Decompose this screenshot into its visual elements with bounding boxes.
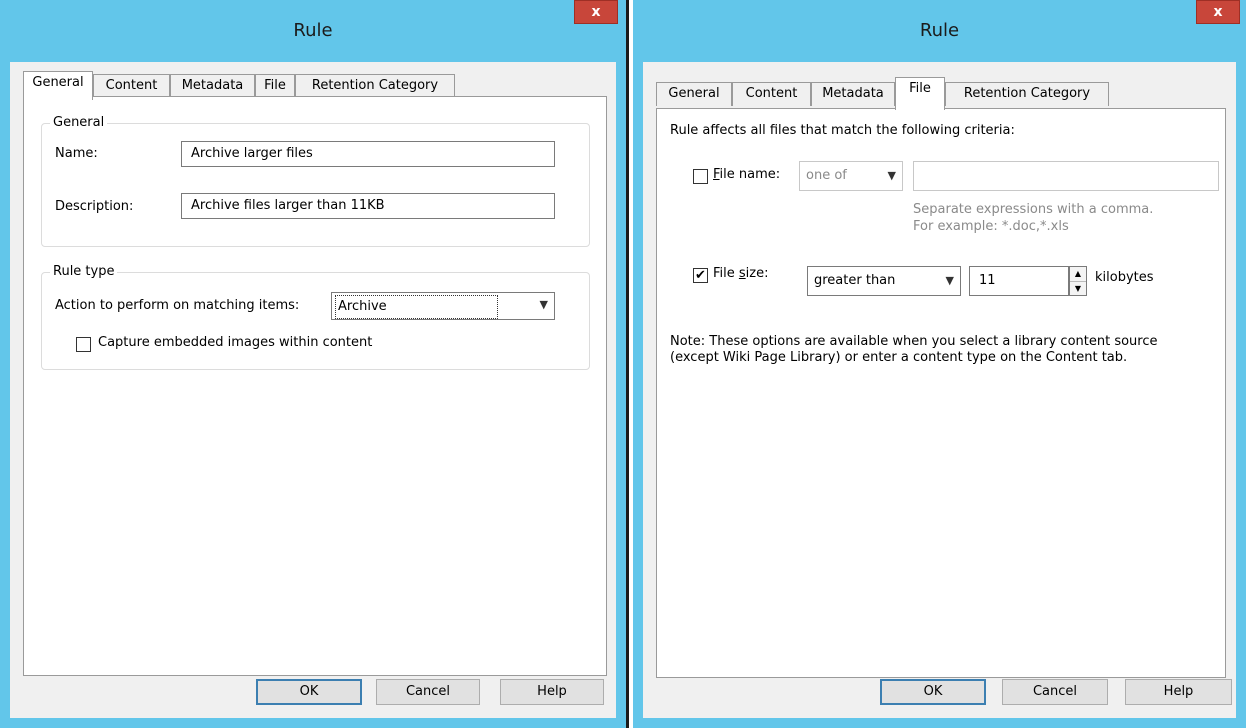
chevron-down-icon: ▼ <box>887 169 896 182</box>
group-label-rule-type: Rule type <box>50 264 118 279</box>
chevron-down-icon: ▼ <box>945 274 954 287</box>
tab-content[interactable]: Content <box>732 82 811 106</box>
file-size-label: File size: <box>713 266 769 281</box>
rule-type-group: Rule type Action to perform on matching … <box>41 264 590 370</box>
rule-dialog-general: Rule x General Content Metadata File Ret… <box>0 0 629 728</box>
group-label-general: General <box>50 115 108 130</box>
file-name-checkbox[interactable] <box>693 169 708 184</box>
rule-dialog-file: Rule x General Content Metadata File Ret… <box>633 0 1246 728</box>
dialog-client-area: General Content Metadata File Retention … <box>643 62 1236 718</box>
tab-general[interactable]: General <box>656 82 732 106</box>
ok-button[interactable]: OK <box>256 679 362 705</box>
title-bar[interactable]: Rule x <box>0 0 626 64</box>
help-button[interactable]: Help <box>500 679 604 705</box>
action-select-value: Archive <box>335 295 498 319</box>
tab-content[interactable]: Content <box>93 74 170 98</box>
description-input[interactable]: Archive files larger than 11KB <box>181 193 555 219</box>
close-button[interactable]: x <box>574 0 618 24</box>
help-button[interactable]: Help <box>1125 679 1232 705</box>
content-note: Note: These options are available when y… <box>670 334 1158 365</box>
tab-retention-category[interactable]: Retention Category <box>295 74 455 98</box>
ok-button[interactable]: OK <box>880 679 986 705</box>
dialog-client-area: General Content Metadata File Retention … <box>10 62 616 718</box>
capture-images-checkbox[interactable] <box>76 337 91 352</box>
action-select[interactable]: Archive ▼ <box>331 292 555 320</box>
dialog-title: Rule <box>919 20 960 41</box>
criteria-intro: Rule affects all files that match the fo… <box>670 123 1015 138</box>
general-tab-panel: General Name: Archive larger files Descr… <box>23 96 607 676</box>
tab-retention-category[interactable]: Retention Category <box>945 82 1109 106</box>
name-label: Name: <box>55 146 98 161</box>
spin-up-icon[interactable]: ▲ <box>1070 267 1086 282</box>
file-size-unit: kilobytes <box>1095 270 1154 285</box>
dialog-title: Rule <box>293 20 333 41</box>
file-tab-panel: Rule affects all files that match the fo… <box>656 108 1226 678</box>
description-label: Description: <box>55 199 134 214</box>
tab-file[interactable]: File <box>255 74 295 98</box>
file-name-hint-2: For example: *.doc,*.xls <box>913 219 1069 234</box>
file-size-checkbox[interactable]: ✔ <box>693 268 708 283</box>
tab-general[interactable]: General <box>23 71 93 100</box>
name-input[interactable]: Archive larger files <box>181 141 555 167</box>
cancel-button[interactable]: Cancel <box>376 679 480 705</box>
capture-images-label: Capture embedded images within content <box>98 335 373 350</box>
spin-down-icon[interactable]: ▼ <box>1070 282 1086 296</box>
general-group: General Name: Archive larger files Descr… <box>41 115 590 247</box>
file-name-hint-1: Separate expressions with a comma. <box>913 202 1154 217</box>
file-size-spinner[interactable]: ▲ ▼ <box>1069 266 1087 296</box>
title-bar[interactable]: Rule x <box>633 0 1246 64</box>
file-name-label: File name: <box>713 167 781 182</box>
file-name-operator-value: one of <box>806 168 847 183</box>
chevron-down-icon: ▼ <box>539 298 548 311</box>
tab-metadata[interactable]: Metadata <box>811 82 895 106</box>
file-size-input[interactable]: 11 <box>969 266 1069 296</box>
action-label: Action to perform on matching items: <box>55 298 300 313</box>
tab-metadata[interactable]: Metadata <box>170 74 255 98</box>
file-name-input[interactable] <box>913 161 1219 191</box>
close-button[interactable]: x <box>1196 0 1240 24</box>
file-size-operator-value: greater than <box>814 273 896 288</box>
cancel-button[interactable]: Cancel <box>1002 679 1108 705</box>
file-name-operator-select[interactable]: one of ▼ <box>799 161 903 191</box>
tab-file[interactable]: File <box>895 77 945 110</box>
file-size-operator-select[interactable]: greater than ▼ <box>807 266 961 296</box>
